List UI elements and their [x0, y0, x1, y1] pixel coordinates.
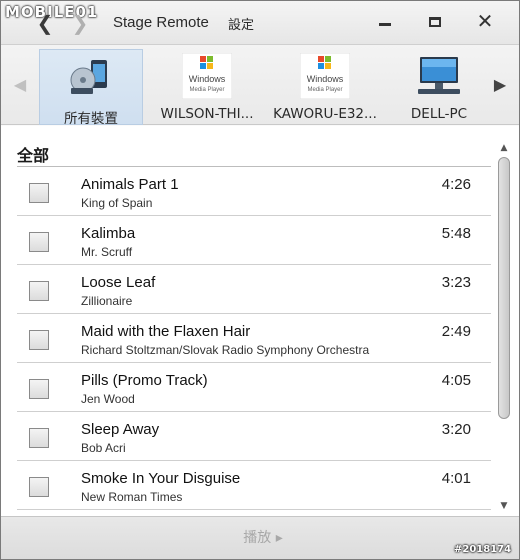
bottom-bar: 播放 ▸ [1, 516, 519, 559]
track-artist: Zillionaire [81, 294, 133, 308]
minimize-icon [379, 23, 391, 26]
device-label: KAWORU-E32... [273, 106, 377, 122]
track-artist: New Roman Times [81, 490, 183, 504]
triangle-up-icon: ▲ [500, 143, 508, 153]
computer-icon [414, 55, 464, 101]
table-row[interactable]: Pills (Promo Track) Jen Wood 4:05 [17, 363, 491, 412]
track-artist: Jen Wood [81, 392, 135, 406]
chevron-right-icon: ❯ [71, 11, 89, 35]
list-header: 全部 [17, 146, 50, 165]
title-bar: MOBILE01 ❮ ❯ Stage Remote 設定 ✕ [1, 1, 519, 45]
triangle-left-icon: ◀ [13, 75, 27, 94]
track-duration: 4:26 [441, 176, 471, 193]
triangle-right-icon: ▶ [493, 75, 507, 94]
back-button[interactable]: ❮ [36, 12, 54, 34]
table-row[interactable]: Kalimba Mr. Scruff 5:48 [17, 216, 491, 265]
device-wilson[interactable]: Windows Media Player WILSON-THI... [151, 49, 263, 125]
app-title: Stage Remote [113, 14, 209, 31]
track-title: Sleep Away [81, 421, 160, 438]
device-strip: ◀ 所有裝置 Windows Media Player WILSON-THI..… [1, 45, 519, 127]
wmp-logo-text: Windows [307, 74, 344, 84]
close-icon: ✕ [476, 9, 494, 33]
device-label: WILSON-THI... [160, 106, 254, 122]
scroll-up-button[interactable]: ▲ [497, 141, 511, 155]
track-checkbox[interactable] [29, 183, 49, 203]
device-all[interactable]: 所有裝置 [39, 49, 143, 127]
settings-link[interactable]: 設定 [228, 14, 254, 33]
device-dell-pc[interactable]: DELL-PC [393, 49, 485, 125]
scroll-down-button[interactable]: ▼ [497, 499, 511, 513]
track-title: Animals Part 1 [81, 176, 179, 193]
app-window: MOBILE01 ❮ ❯ Stage Remote 設定 ✕ ◀ 所有裝置 Wi… [0, 0, 520, 560]
table-row[interactable]: Animals Part 1 King of Spain 4:26 [17, 167, 491, 216]
windows-media-player-icon: Windows Media Player [299, 52, 351, 103]
track-duration: 3:20 [441, 421, 471, 438]
track-title: Smoke In Your Disguise [81, 470, 241, 487]
track-checkbox[interactable] [29, 379, 49, 399]
track-checkbox[interactable] [29, 330, 49, 350]
triangle-down-icon: ▼ [500, 501, 508, 511]
play-button[interactable]: 播放 ▸ [233, 527, 293, 549]
device-kaworu[interactable]: Windows Media Player KAWORU-E32... [267, 49, 383, 125]
track-title: Maid with the Flaxen Hair [81, 323, 251, 340]
scroll-left-button[interactable]: ◀ [13, 75, 27, 95]
track-duration: 2:49 [441, 323, 471, 340]
track-title: Loose Leaf [81, 274, 156, 291]
table-row[interactable]: Maid with the Flaxen Hair Richard Stoltz… [17, 314, 491, 363]
track-checkbox[interactable] [29, 428, 49, 448]
wmp-logo-subtext: Media Player [189, 87, 224, 93]
track-artist: Richard Stoltzman/Slovak Radio Symphony … [81, 343, 370, 357]
maximize-icon [429, 16, 441, 27]
track-artist: Bob Acri [81, 441, 126, 455]
track-list: 全部 Animals Part 1 King of Spain 4:26 Kal… [1, 126, 519, 516]
track-artist: King of Spain [81, 196, 153, 210]
track-title: Pills (Promo Track) [81, 372, 208, 389]
scrollbar-thumb[interactable] [498, 157, 510, 419]
image-stamp: #2018174 [454, 544, 512, 555]
table-row[interactable]: Sleep Away Bob Acri 3:20 [17, 412, 491, 461]
track-checkbox[interactable] [29, 477, 49, 497]
wmp-logo-text: Windows [189, 74, 226, 84]
device-label: 所有裝置 [64, 111, 118, 127]
track-duration: 3:23 [441, 274, 471, 291]
track-duration: 4:05 [441, 372, 471, 389]
wmp-logo-subtext: Media Player [307, 87, 342, 93]
scroll-right-button[interactable]: ▶ [493, 75, 507, 95]
minimize-button[interactable] [371, 9, 399, 33]
table-row[interactable]: Loose Leaf Zillionaire 3:23 [17, 265, 491, 314]
track-artist: Mr. Scruff [81, 245, 133, 259]
devices-icon [69, 56, 113, 100]
windows-media-player-icon: Windows Media Player [181, 52, 233, 103]
track-duration: 5:48 [441, 225, 471, 242]
close-button[interactable]: ✕ [471, 9, 499, 33]
maximize-button[interactable] [421, 9, 449, 33]
device-label: DELL-PC [410, 106, 468, 122]
chevron-left-icon: ❮ [36, 11, 54, 35]
vertical-scrollbar[interactable]: ▲ ▼ [497, 141, 511, 513]
table-row[interactable]: Smoke In Your Disguise New Roman Times 4… [17, 461, 491, 510]
track-checkbox[interactable] [29, 232, 49, 252]
track-title: Kalimba [81, 225, 136, 242]
forward-button[interactable]: ❯ [71, 12, 89, 34]
track-checkbox[interactable] [29, 281, 49, 301]
track-duration: 4:01 [441, 470, 471, 487]
